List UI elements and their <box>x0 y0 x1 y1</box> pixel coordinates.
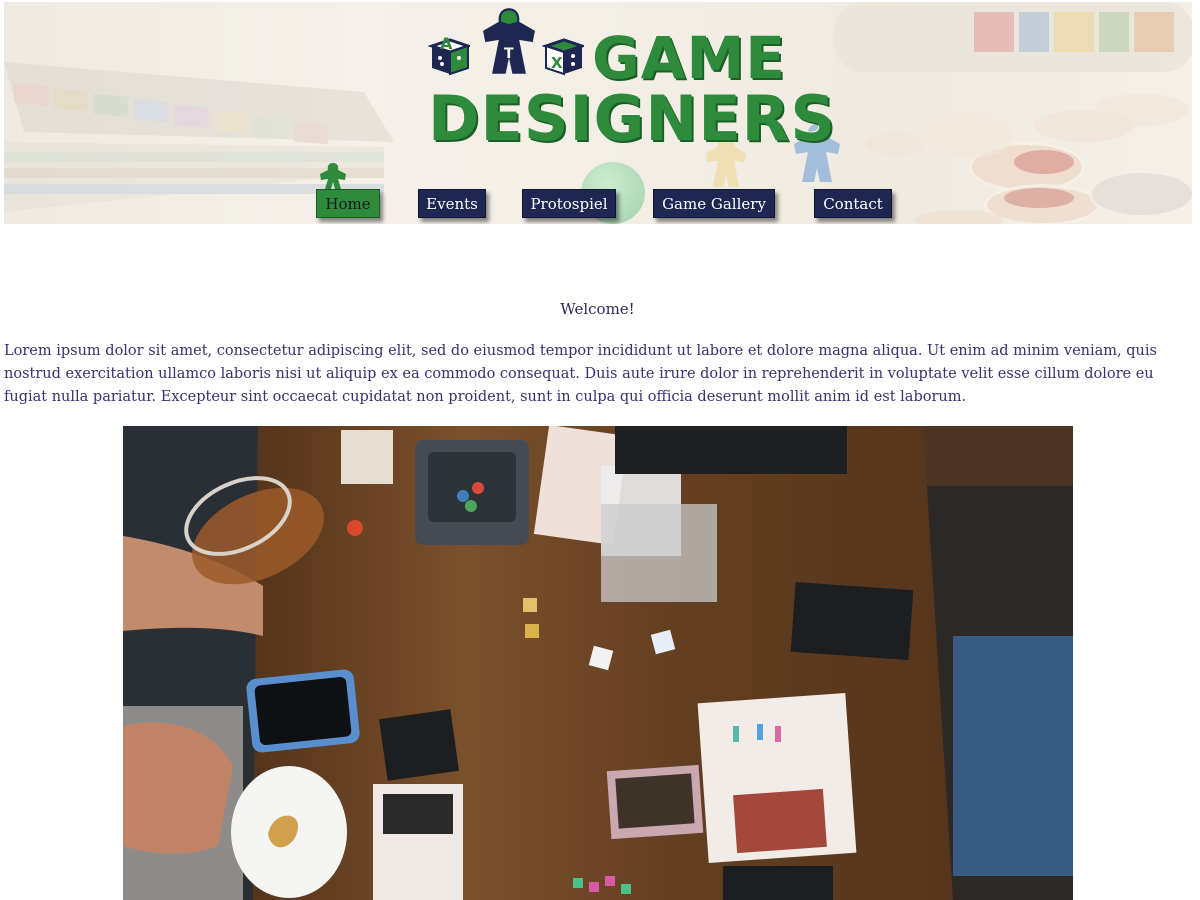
logo-die-letter: A <box>440 34 454 53</box>
background-token <box>924 112 1014 158</box>
nav-game-gallery[interactable]: Game Gallery <box>653 189 775 218</box>
background-token <box>864 132 924 156</box>
logo-meeple-letter: T <box>504 46 515 62</box>
home-meeple-icon <box>320 163 346 189</box>
intro-paragraph: Lorem ipsum dolor sit amet, consectetur … <box>4 343 1157 405</box>
nav-protospiel[interactable]: Protospiel <box>522 189 616 218</box>
site-logo[interactable]: A T X GAME DESIGNERS <box>424 6 835 156</box>
nav-home[interactable]: Home <box>316 189 380 218</box>
logo-die-letter: X <box>551 54 564 72</box>
background-token <box>1094 94 1189 126</box>
main-nav: Home Events Protospiel Game Gallery Cont… <box>4 162 1192 222</box>
welcome-heading: Welcome! <box>560 300 635 318</box>
header-banner: A T X GAME DESIGNERS Home Events Protosp… <box>4 2 1192 224</box>
nav-events[interactable]: Events <box>418 189 486 218</box>
meeple-logo-icon <box>483 8 535 74</box>
nav-contact[interactable]: Contact <box>814 189 892 218</box>
background-tray <box>834 2 1192 72</box>
logo-text-designers: DESIGNERS <box>428 82 837 155</box>
game-table-photo <box>123 426 1073 900</box>
background-token <box>1034 110 1134 142</box>
